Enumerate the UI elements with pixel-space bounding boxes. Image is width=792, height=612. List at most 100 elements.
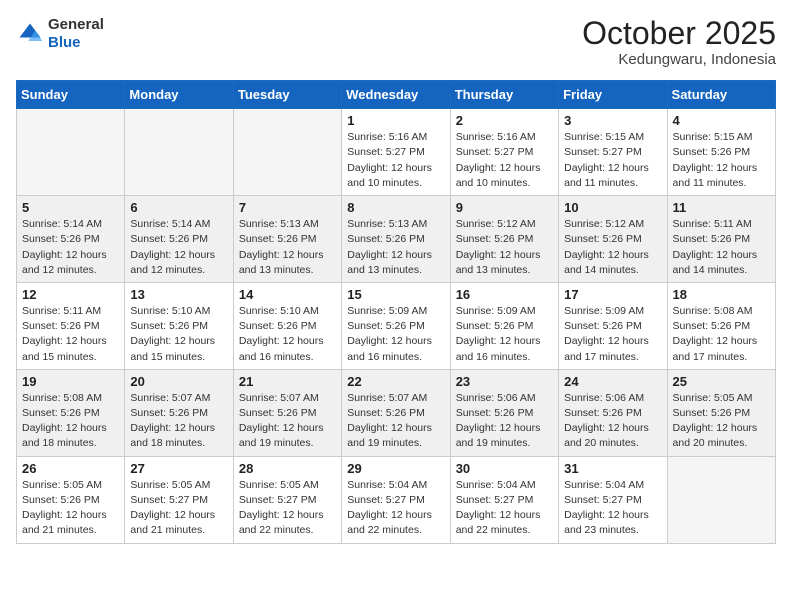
logo-text: General Blue	[48, 16, 104, 52]
daylight-text: Daylight: 12 hours and 18 minutes.	[130, 422, 215, 449]
day-number: 9	[456, 200, 553, 215]
day-info: Sunrise: 5:11 AMSunset: 5:26 PMDaylight:…	[22, 304, 119, 365]
calendar-cell	[233, 109, 341, 196]
week-row-5: 26 Sunrise: 5:05 AM Sunset: 5:26 PM Dayligh…	[17, 456, 776, 543]
daylight-text: Daylight: 12 hours and 14 minutes.	[673, 249, 758, 276]
day-number: 2	[456, 113, 553, 128]
daylight-text: Daylight: 12 hours and 20 minutes.	[673, 422, 758, 449]
day-number: 23	[456, 374, 553, 389]
sunrise-text: Sunrise: 5:09 AM	[456, 305, 536, 317]
day-number: 25	[673, 374, 770, 389]
daylight-text: Daylight: 12 hours and 13 minutes.	[239, 249, 324, 276]
day-info: Sunrise: 5:10 AMSunset: 5:26 PMDaylight:…	[239, 304, 336, 365]
day-number: 12	[22, 287, 119, 302]
daylight-text: Daylight: 12 hours and 15 minutes.	[130, 335, 215, 362]
sunset-text: Sunset: 5:27 PM	[347, 146, 425, 158]
calendar-cell: 24 Sunrise: 5:06 AM Sunset: 5:26 PM Dayligh…	[559, 369, 667, 456]
weekday-header-monday: Monday	[125, 81, 233, 109]
sunrise-text: Sunrise: 5:05 AM	[130, 479, 210, 491]
day-number: 5	[22, 200, 119, 215]
sunrise-text: Sunrise: 5:09 AM	[564, 305, 644, 317]
day-number: 28	[239, 461, 336, 476]
calendar-cell	[667, 456, 775, 543]
calendar-cell: 22Sunrise: 5:07 AMSunset: 5:26 PMDayligh…	[342, 369, 450, 456]
daylight-text: Daylight: 12 hours and 10 minutes.	[347, 162, 432, 189]
day-number: 11	[673, 200, 770, 215]
weekday-header-friday: Friday	[559, 81, 667, 109]
daylight-text: Daylight: 12 hours and 19 minutes.	[239, 422, 324, 449]
day-number: 16	[456, 287, 553, 302]
daylight-text: Daylight: 12 hours and 11 minutes.	[673, 162, 758, 189]
day-number: 8	[347, 200, 444, 215]
day-info: Sunrise: 5:05 AMSunset: 5:27 PMDaylight:…	[130, 478, 227, 539]
day-number: 22	[347, 374, 444, 389]
sunrise-text: Sunrise: 5:12 AM	[456, 218, 536, 230]
day-info: Sunrise: 5:13 AMSunset: 5:26 PMDaylight:…	[347, 217, 444, 278]
day-number: 31	[564, 461, 661, 476]
sunrise-text: Sunrise: 5:04 AM	[347, 479, 427, 491]
daylight-text: Daylight: 12 hours and 22 minutes.	[239, 509, 324, 536]
daylight-text: Daylight: 12 hours and 12 minutes.	[130, 249, 215, 276]
sunrise-text: Sunrise: 5:09 AM	[347, 305, 427, 317]
page-header: General Blue October 2025 Kedungwaru, In…	[16, 16, 776, 68]
sunset-text: Sunset: 5:26 PM	[564, 407, 642, 419]
sunrise-text: Sunrise: 5:05 AM	[22, 479, 102, 491]
sunrise-text: Sunrise: 5:06 AM	[456, 392, 536, 404]
title-block: October 2025 Kedungwaru, Indonesia	[582, 16, 776, 68]
calendar-cell: 16Sunrise: 5:09 AMSunset: 5:26 PMDayligh…	[450, 282, 558, 369]
daylight-text: Daylight: 12 hours and 18 minutes.	[22, 422, 107, 449]
daylight-text: Daylight: 12 hours and 17 minutes.	[564, 335, 649, 362]
daylight-text: Daylight: 12 hours and 13 minutes.	[456, 249, 541, 276]
day-number: 13	[130, 287, 227, 302]
day-number: 26	[22, 461, 119, 476]
weekday-header-tuesday: Tuesday	[233, 81, 341, 109]
calendar-cell: 8 Sunrise: 5:13 AMSunset: 5:26 PMDaylight…	[342, 196, 450, 283]
day-info: Sunrise: 5:09 AMSunset: 5:26 PMDaylight:…	[564, 304, 661, 365]
sunset-text: Sunset: 5:26 PM	[673, 233, 751, 245]
day-number: 15	[347, 287, 444, 302]
day-info: Sunrise: 5:06 AM Sunset: 5:26 PM Daylight:…	[564, 391, 661, 452]
day-info: Sunrise: 5:12 AMSunset: 5:26 PMDaylight:…	[564, 217, 661, 278]
day-number: 4	[673, 113, 770, 128]
daylight-text: Daylight: 12 hours and 17 minutes.	[673, 335, 758, 362]
daylight-text: Daylight: 12 hours and 12 minutes.	[22, 249, 107, 276]
sunrise-text: Sunrise: 5:08 AM	[22, 392, 102, 404]
sunset-text: Sunset: 5:26 PM	[22, 233, 100, 245]
sunrise-text: Sunrise: 5:06 AM	[564, 392, 644, 404]
sunset-text: Sunset: 5:26 PM	[130, 320, 208, 332]
calendar-cell: 30 Sunrise: 5:04 AMSunset: 5:27 PMDayligh…	[450, 456, 558, 543]
day-info: Sunrise: 5:12 AMSunset: 5:26 PMDaylight:…	[456, 217, 553, 278]
day-info: Sunrise: 5:16 AMSunset: 5:27 PMDaylight:…	[347, 130, 444, 191]
calendar-cell: 15Sunrise: 5:09 AMSunset: 5:26 PMDayligh…	[342, 282, 450, 369]
day-info: Sunrise: 5:06 AMSunset: 5:26 PMDaylight:…	[456, 391, 553, 452]
calendar-cell: 10Sunrise: 5:12 AMSunset: 5:26 PMDayligh…	[559, 196, 667, 283]
sunrise-text: Sunrise: 5:16 AM	[456, 131, 536, 143]
day-info: Sunrise: 5:13 AMSunset: 5:26 PMDaylight:…	[239, 217, 336, 278]
sunset-text: Sunset: 5:26 PM	[22, 494, 100, 506]
day-number: 29	[347, 461, 444, 476]
day-info: Sunrise: 5:04 AMSunset: 5:27 PMDaylight:…	[456, 478, 553, 539]
sunset-text: Sunset: 5:27 PM	[130, 494, 208, 506]
day-number: 24	[564, 374, 661, 389]
day-info: Sunrise: 5:08 AMSunset: 5:26 PMDaylight:…	[22, 391, 119, 452]
calendar-cell: 26Sunrise: 5:05 AMSunset: 5:26 PMDayligh…	[17, 456, 125, 543]
calendar-cell: 4Sunrise: 5:15 AMSunset: 5:26 PMDaylight…	[667, 109, 775, 196]
day-number: 17	[564, 287, 661, 302]
calendar-cell: 25Sunrise: 5:05 AMSunset: 5:26 PMDayligh…	[667, 369, 775, 456]
daylight-text: Daylight: 12 hours and 22 minutes.	[347, 509, 432, 536]
sunrise-text: Sunrise: 5:14 AM	[130, 218, 210, 230]
sunrise-text: Sunrise: 5:11 AM	[22, 305, 101, 317]
calendar-cell: 11Sunrise: 5:11 AMSunset: 5:26 PMDayligh…	[667, 196, 775, 283]
calendar-cell: 17 Sunrise: 5:09 AMSunset: 5:26 PMDayligh…	[559, 282, 667, 369]
weekday-header-sunday: Sunday	[17, 81, 125, 109]
daylight-text: Daylight: 12 hours and 16 minutes.	[456, 335, 541, 362]
day-number: 30	[456, 461, 553, 476]
sunrise-text: Sunrise: 5:04 AM	[456, 479, 536, 491]
sunset-text: Sunset: 5:26 PM	[673, 407, 751, 419]
daylight-text: Daylight: 12 hours and 16 minutes.	[239, 335, 324, 362]
logo-blue: Blue	[48, 34, 81, 51]
sunrise-text: Sunrise: 5:07 AM	[239, 392, 319, 404]
daylight-text: Daylight: 12 hours and 20 minutes.	[564, 422, 649, 449]
calendar-cell: 13Sunrise: 5:10 AMSunset: 5:26 PMDayligh…	[125, 282, 233, 369]
calendar-cell: 28Sunrise: 5:05 AMSunset: 5:27 PMDayligh…	[233, 456, 341, 543]
